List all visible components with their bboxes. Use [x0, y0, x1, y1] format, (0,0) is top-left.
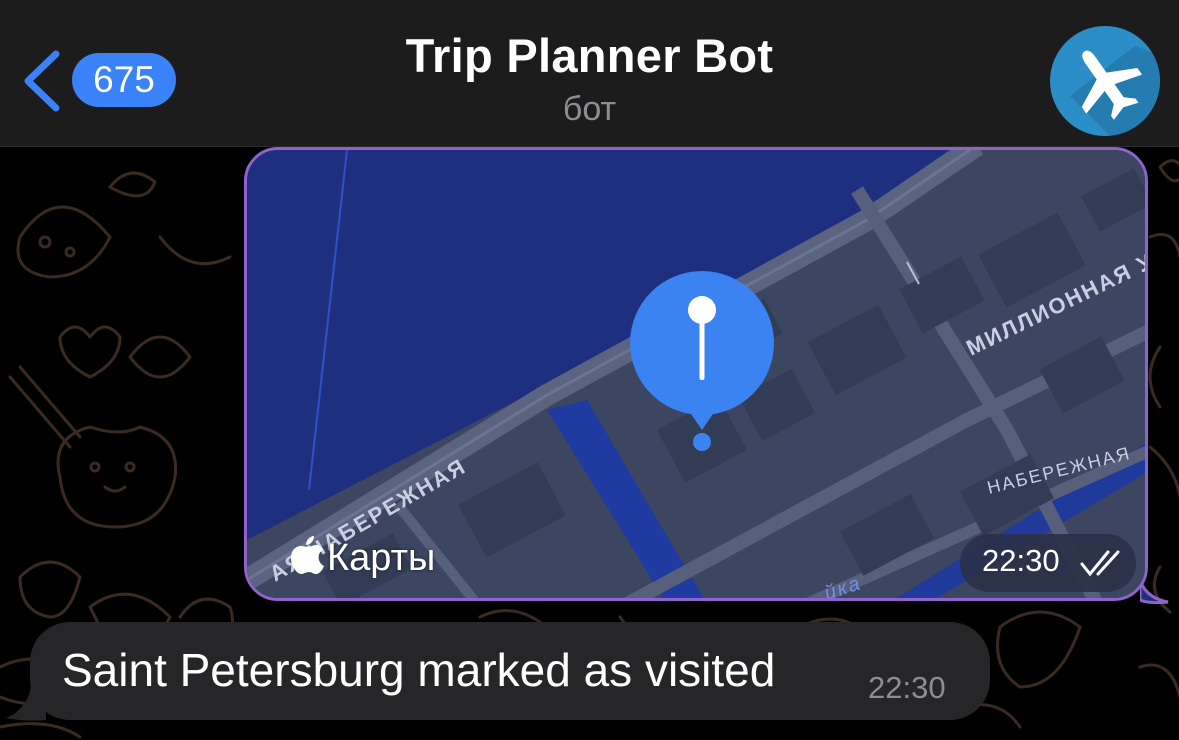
message-time: 22:30	[982, 543, 1060, 578]
location-message[interactable]: АЯ НАБЕРЕЖНАЯ МИЛЛИОННАЯ У НАБЕРЕЖНАЯ йк…	[244, 147, 1148, 601]
chat-title[interactable]: Trip Planner Bot	[0, 28, 1179, 83]
maps-provider-label: Карты	[291, 536, 435, 580]
maps-provider-text: Карты	[327, 537, 436, 579]
message-text: Saint Petersburg marked as visited	[62, 644, 776, 696]
message-timestamp: 22:30	[960, 534, 1136, 592]
airplane-icon	[1070, 46, 1160, 136]
chat-header: 675 Trip Planner Bot бот	[0, 0, 1179, 147]
chat-subtitle: бот	[562, 90, 617, 128]
apple-logo-icon	[291, 536, 324, 574]
bot-avatar[interactable]	[1050, 26, 1160, 136]
double-check-icon	[1080, 550, 1120, 577]
message-time: 22:30	[868, 670, 946, 705]
text-message[interactable]: Saint Petersburg marked as visited 22:30	[30, 622, 990, 720]
